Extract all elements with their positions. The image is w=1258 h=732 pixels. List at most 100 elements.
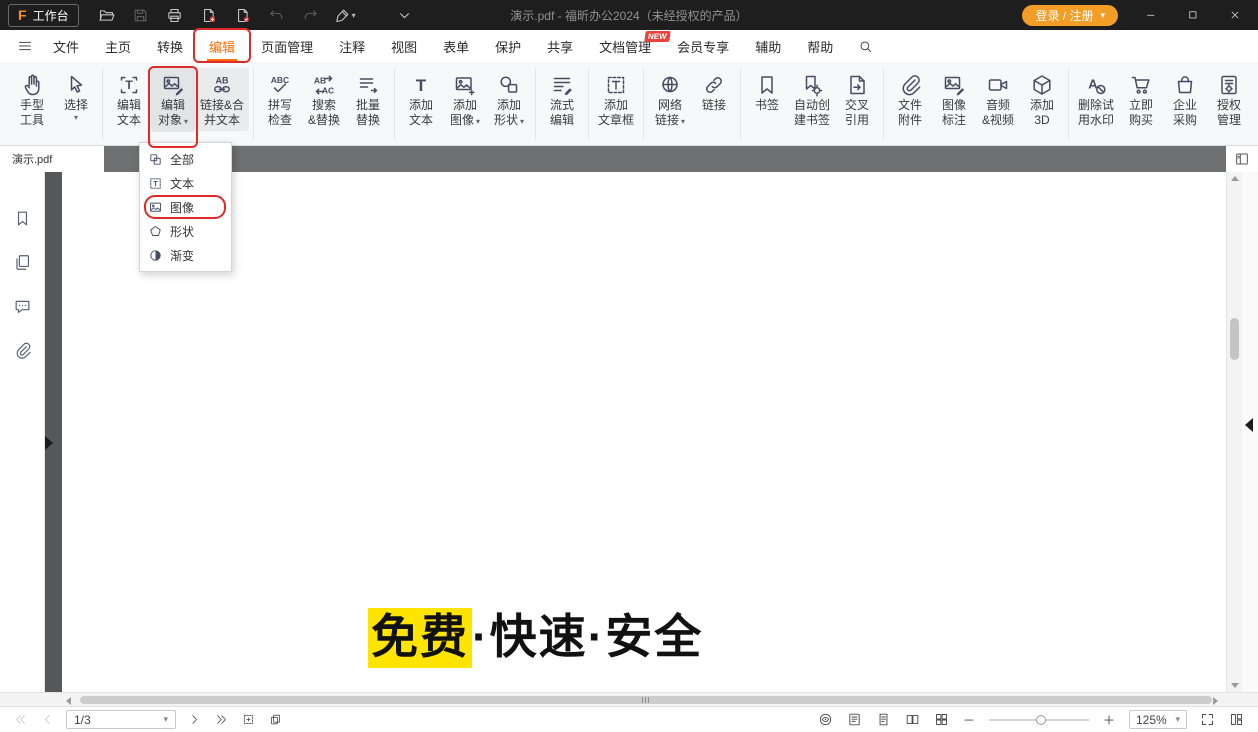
hamburger-icon[interactable] bbox=[14, 35, 36, 57]
page-number-box[interactable]: 1/3 ▾ bbox=[66, 710, 176, 729]
menu-tab-view[interactable]: 视图 bbox=[381, 30, 427, 62]
ribbon-btn-add-article-box[interactable]: 添加文章框 bbox=[593, 68, 639, 131]
facing-page-view-icon[interactable] bbox=[905, 712, 920, 727]
doc-view-icon[interactable] bbox=[847, 712, 862, 727]
ribbon-btn-hand-tool[interactable]: 手型工具 bbox=[10, 68, 54, 131]
ribbon-btn-web-link[interactable]: 网络链接▾ bbox=[648, 68, 692, 132]
vertical-scroll-thumb[interactable] bbox=[1230, 318, 1239, 360]
menu-tab-share[interactable]: 共享 bbox=[537, 30, 583, 62]
menu-tab-member[interactable]: 会员专享 bbox=[667, 30, 739, 62]
dropdown-item-gradient[interactable]: 渐变 bbox=[140, 243, 231, 267]
scroll-up-icon[interactable] bbox=[1231, 176, 1239, 181]
snapshot-icon[interactable] bbox=[242, 713, 255, 726]
ribbon-btn-cross-reference[interactable]: 交叉引用 bbox=[835, 68, 879, 131]
dropdown-item-shape[interactable]: 形状 bbox=[140, 219, 231, 243]
ribbon-btn-search-replace[interactable]: ABAC搜索&替换 bbox=[302, 68, 346, 131]
ribbon-btn-select[interactable]: 选择▾ bbox=[54, 68, 98, 125]
next-page-icon[interactable] bbox=[188, 713, 201, 726]
ribbon-btn-spell-check[interactable]: ABC拼写检查 bbox=[258, 68, 302, 131]
ribbon-btn-link-merge-text[interactable]: AB链接&合并文本 bbox=[195, 68, 249, 131]
ribbon-btn-audio-video[interactable]: 音频&视频 bbox=[976, 68, 1020, 131]
menu-tab-file[interactable]: 文件 bbox=[43, 30, 89, 62]
close-button[interactable] bbox=[1220, 0, 1250, 30]
ribbon-btn-flow-edit[interactable]: 流式编辑 bbox=[540, 68, 584, 131]
menu-tab-form[interactable]: 表单 bbox=[433, 30, 479, 62]
ribbon-btn-bookmark[interactable]: 书签 bbox=[745, 68, 789, 116]
ribbon-btn-add-image[interactable]: 添加图像▾ bbox=[443, 68, 487, 132]
scroll-down-icon[interactable] bbox=[1231, 683, 1239, 688]
single-page-view-icon[interactable] bbox=[876, 712, 891, 727]
copy-pages-icon[interactable] bbox=[269, 713, 282, 726]
horizontal-scroll-thumb[interactable] bbox=[80, 696, 1212, 704]
menu-tab-comment[interactable]: 注释 bbox=[329, 30, 375, 62]
sidebar-comments-panel-icon[interactable] bbox=[10, 294, 34, 318]
ribbon-btn-file-attachment[interactable]: 文件附件 bbox=[888, 68, 932, 131]
ribbon-btn-batch-replace[interactable]: 批量替换 bbox=[346, 68, 390, 131]
zoom-slider-thumb[interactable] bbox=[1036, 715, 1046, 725]
dropdown-item-image[interactable]: 图像 bbox=[140, 195, 231, 219]
ribbon-btn-enterprise-purchase[interactable]: 企业采购 bbox=[1163, 68, 1207, 131]
menu-tab-edit[interactable]: 编辑 bbox=[199, 30, 245, 62]
create-pdf-combine-icon[interactable] bbox=[231, 3, 255, 27]
sidebar-toggle[interactable] bbox=[45, 436, 53, 450]
redo-icon[interactable] bbox=[299, 3, 323, 27]
menu-tab-home[interactable]: 主页 bbox=[95, 30, 141, 62]
ribbon-btn-image-annotation[interactable]: 图像标注 bbox=[932, 68, 976, 131]
horizontal-scrollbar[interactable] bbox=[0, 692, 1258, 706]
panel-layout-icon[interactable] bbox=[1229, 712, 1244, 727]
ribbon-btn-edit-text[interactable]: T编辑文本 bbox=[107, 68, 151, 131]
cube-icon bbox=[1030, 71, 1054, 98]
ribbon-btn-auto-bookmark[interactable]: 自动创建书签 bbox=[789, 68, 835, 131]
document-tab[interactable]: 演示.pdf bbox=[0, 146, 104, 172]
ribbon-btn-remove-trial-watermark[interactable]: A删除试用水印 bbox=[1073, 68, 1119, 131]
grid-page-view-icon[interactable] bbox=[934, 712, 949, 727]
read-mode-icon[interactable] bbox=[818, 712, 833, 727]
print-icon[interactable] bbox=[163, 3, 187, 27]
save-file-icon[interactable] bbox=[129, 3, 153, 27]
menu-tab-assist[interactable]: 辅助 bbox=[745, 30, 791, 62]
sidebar-attachments-panel-icon[interactable] bbox=[10, 338, 34, 362]
page-layout-icon[interactable] bbox=[1226, 146, 1258, 172]
last-page-icon[interactable] bbox=[215, 713, 228, 726]
create-pdf-icon[interactable] bbox=[197, 3, 221, 27]
menu-tab-convert[interactable]: 转换 bbox=[147, 30, 193, 62]
search-icon[interactable] bbox=[854, 35, 876, 57]
undo-icon[interactable] bbox=[265, 3, 289, 27]
workspace-button[interactable]: F 工作台 bbox=[8, 4, 79, 27]
sidebar-pages-panel-icon[interactable] bbox=[10, 250, 34, 274]
zoom-in-icon[interactable] bbox=[1102, 713, 1116, 727]
menu-tab-page-manage[interactable]: 页面管理 bbox=[251, 30, 323, 62]
toolbar-more-icon[interactable] bbox=[393, 3, 417, 27]
scroll-left-icon[interactable] bbox=[66, 697, 71, 705]
open-file-icon[interactable] bbox=[95, 3, 119, 27]
dropdown-item-text[interactable]: T文本 bbox=[140, 171, 231, 195]
menu-tab-help[interactable]: 帮助 bbox=[797, 30, 843, 62]
first-page-icon[interactable] bbox=[14, 713, 27, 726]
ribbon-btn-label: 引用 bbox=[845, 113, 869, 128]
sidebar-bookmarks-panel-icon[interactable] bbox=[10, 206, 34, 230]
menu-tab-doc-manage[interactable]: 文档管理NEW bbox=[589, 30, 661, 62]
prev-page-icon[interactable] bbox=[41, 713, 54, 726]
maximize-button[interactable] bbox=[1178, 0, 1208, 30]
right-panel-toggle[interactable] bbox=[1245, 418, 1253, 432]
zoom-out-icon[interactable] bbox=[962, 713, 976, 727]
dropdown-item-all[interactable]: 全部 bbox=[140, 147, 231, 171]
zoom-slider[interactable] bbox=[989, 719, 1089, 721]
ribbon-btn-add-3d[interactable]: 添加3D bbox=[1020, 68, 1064, 131]
scroll-right-icon[interactable] bbox=[1213, 697, 1218, 705]
ribbon-btn-license-manage[interactable]: 授权管理 bbox=[1207, 68, 1251, 131]
ribbon-btn-buy-now[interactable]: 立即购买 bbox=[1119, 68, 1163, 131]
ribbon-btn-add-text[interactable]: T添加文本 bbox=[399, 68, 443, 131]
pen-tool-icon[interactable]: ▾ bbox=[333, 3, 357, 27]
login-button[interactable]: 登录 / 注册 ▾ bbox=[1022, 5, 1118, 26]
minimize-button[interactable] bbox=[1136, 0, 1166, 30]
ribbon-btn-add-shape[interactable]: 添加形状▾ bbox=[487, 68, 531, 132]
menu-tab-protect[interactable]: 保护 bbox=[485, 30, 531, 62]
ribbon-btn-link[interactable]: 链接 bbox=[692, 68, 736, 116]
ribbon-group-5: 添加文章框 bbox=[589, 68, 644, 140]
ribbon-btn-edit-object[interactable]: 编辑对象▾ bbox=[151, 68, 195, 132]
zoom-level-box[interactable]: 125% ▾ bbox=[1129, 710, 1187, 729]
vertical-scrollbar[interactable] bbox=[1226, 172, 1242, 692]
statusbar-mid-icons bbox=[188, 713, 282, 726]
fit-screen-icon[interactable] bbox=[1200, 712, 1215, 727]
